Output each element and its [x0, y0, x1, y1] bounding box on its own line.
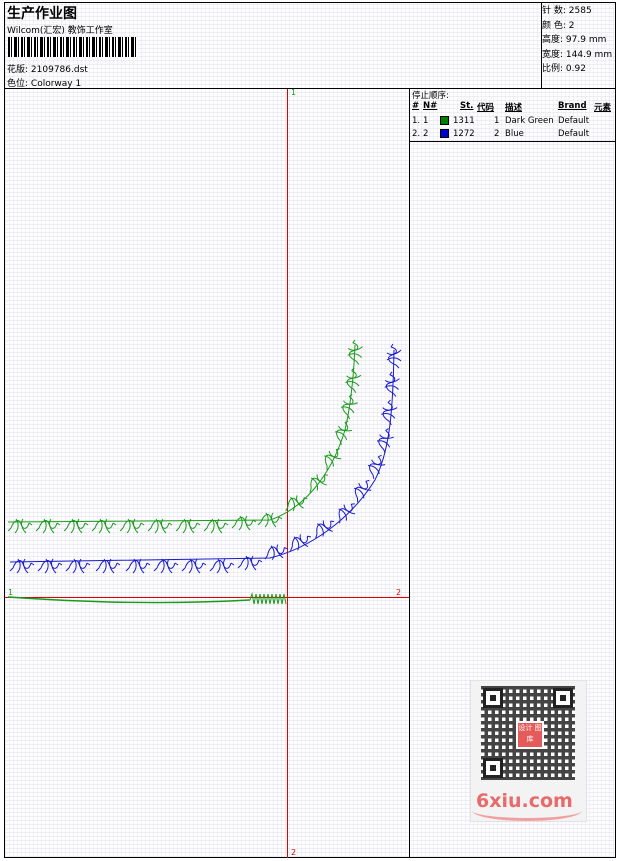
- embroidery-motif: [7, 518, 33, 534]
- watermark-text: 6xiu.com: [476, 790, 573, 812]
- satin-zigzag-stitch: [249, 592, 287, 605]
- green-embroidery-border: [7, 339, 363, 534]
- embroidery-motif: [324, 448, 342, 471]
- embroidery-motif: [381, 399, 398, 426]
- embroidery-motif: [340, 393, 358, 420]
- embroidery-motif: [285, 495, 308, 512]
- embroidery-motif: [354, 479, 372, 503]
- embroidery-motif: [209, 558, 235, 574]
- embroidery-motif: [153, 558, 179, 574]
- embroidery-motif: [203, 518, 229, 534]
- qr-logo: 设计 图库: [516, 721, 544, 749]
- embroidery-motif: [309, 474, 328, 493]
- embroidery-motif: [231, 515, 257, 531]
- blue-embroidery-border: [9, 343, 402, 574]
- qr-finder-pattern: [483, 688, 503, 708]
- embroidery-motif: [384, 371, 400, 397]
- blue-connector-stitch: [9, 349, 395, 563]
- embroidery-motif: [35, 518, 61, 534]
- embroidery-motif: [181, 558, 207, 574]
- embroidery-motif: [334, 420, 353, 446]
- embroidery-motif: [367, 454, 386, 479]
- green-connector-stitch: [7, 344, 356, 523]
- qr-finder-pattern: [483, 758, 503, 778]
- embroidery-motif: [338, 503, 356, 524]
- embroidery-motif: [376, 428, 394, 454]
- embroidery-motif: [315, 520, 335, 539]
- qr-finder-pattern: [553, 688, 573, 708]
- embroidery-motif: [125, 558, 151, 574]
- green-underlay-stitch: [7, 592, 287, 605]
- underlay-run: [7, 596, 251, 604]
- qr-code: 设计 图库: [481, 686, 575, 780]
- embroidery-motif: [9, 558, 35, 574]
